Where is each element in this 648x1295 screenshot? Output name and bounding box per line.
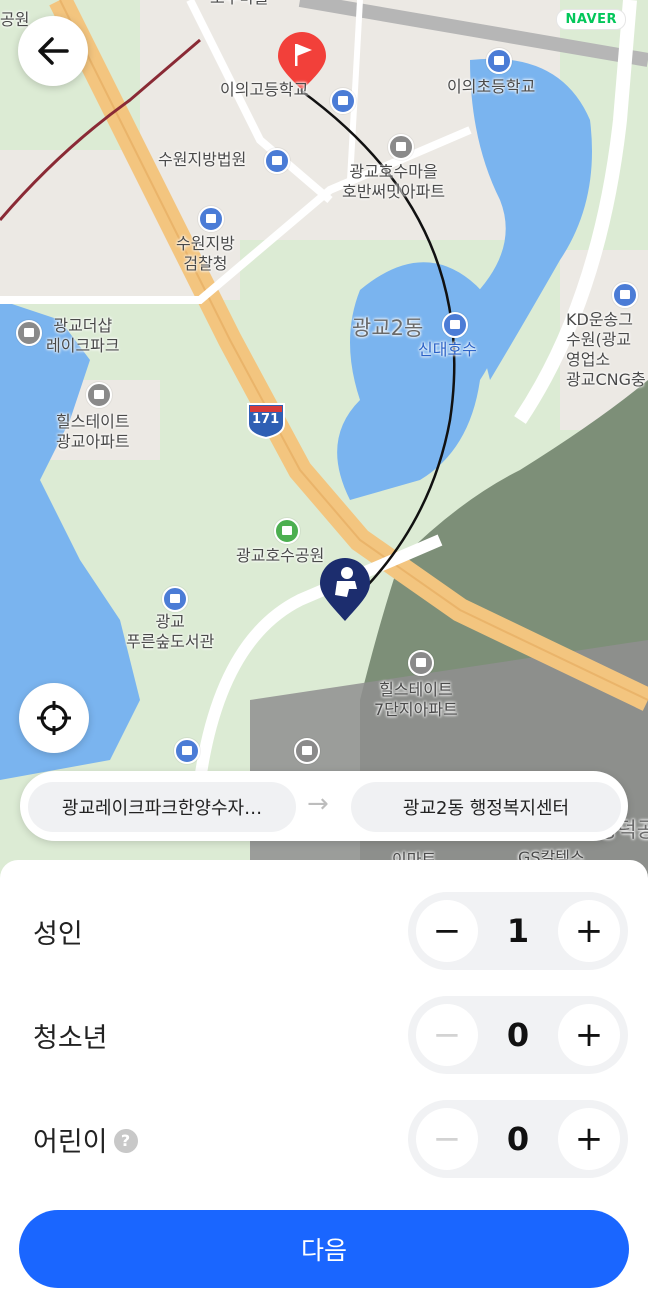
map-label-hillstate-left: 힐스테이트 광교아파트 bbox=[56, 412, 130, 451]
child-stepper: − 0 + bbox=[408, 1100, 628, 1178]
map-label-village: 오두마을 bbox=[210, 0, 269, 8]
map-view[interactable]: 공원 오두마을 이의고등학교 이의초등학교 수원지방법원 광교호수마을 호반써밋… bbox=[0, 0, 648, 880]
child-label: 어린이 bbox=[33, 1127, 108, 1158]
origin-person-pin-icon bbox=[320, 558, 370, 621]
current-location-button[interactable] bbox=[19, 683, 89, 753]
adult-label: 성인 bbox=[33, 919, 83, 950]
help-icon[interactable]: ? bbox=[113, 1128, 138, 1153]
court-icon bbox=[264, 148, 290, 174]
school-icon bbox=[330, 88, 356, 114]
crosshair-icon bbox=[37, 701, 71, 735]
gas-station-icon bbox=[612, 282, 638, 308]
child-plus-button[interactable]: + bbox=[558, 1108, 620, 1170]
library-icon bbox=[162, 586, 188, 612]
child-minus-button[interactable]: − bbox=[416, 1108, 478, 1170]
map-label-ieui-high: 이의고등학교 bbox=[220, 80, 309, 99]
park-icon bbox=[274, 518, 300, 544]
apartment-icon bbox=[388, 134, 414, 160]
arrow-left-icon bbox=[38, 37, 69, 65]
destination-field[interactable]: 광교2동 행정복지센터 bbox=[351, 782, 621, 832]
naver-logo: NAVER bbox=[556, 9, 626, 30]
map-label-apt-hoban: 광교호수마을 호반써밋아파트 bbox=[342, 162, 446, 201]
map-label-lake-park: 광교호수공원 bbox=[236, 546, 325, 565]
school-icon bbox=[486, 48, 512, 74]
adult-count: 1 bbox=[506, 912, 530, 950]
child-label-wrap: 어린이? bbox=[33, 1120, 138, 1159]
origin-field[interactable]: 광교레이크파크한양수자… bbox=[28, 782, 296, 832]
adult-stepper: − 1 + bbox=[408, 892, 628, 970]
highway-label: 171 bbox=[252, 412, 280, 427]
child-count: 0 bbox=[506, 1120, 530, 1158]
route-summary-bar: 광교레이크파크한양수자… → 광교2동 행정복지센터 bbox=[20, 771, 628, 841]
adult-plus-button[interactable]: + bbox=[558, 900, 620, 962]
map-label-park: 공원 bbox=[0, 10, 30, 29]
map-label-hillstate7: 힐스테이트 7단지아파트 bbox=[374, 680, 458, 719]
next-button[interactable]: 다음 bbox=[19, 1210, 629, 1288]
adult-minus-button[interactable]: − bbox=[416, 900, 478, 962]
youth-minus-button[interactable]: − bbox=[416, 1004, 478, 1066]
arrow-right-icon: → bbox=[307, 789, 329, 819]
youth-stepper: − 0 + bbox=[408, 996, 628, 1074]
youth-count: 0 bbox=[506, 1016, 530, 1054]
map-label-lake: 신대호수 bbox=[418, 340, 477, 359]
youth-plus-button[interactable]: + bbox=[558, 1004, 620, 1066]
government-icon bbox=[198, 206, 224, 232]
lake-icon bbox=[442, 312, 468, 338]
apartment-icon bbox=[408, 650, 434, 676]
map-label-prosecutor: 수원지방 검찰청 bbox=[176, 234, 235, 273]
map-label-kd: KD운송그 수원(광교 영업소 광교CNG충 bbox=[566, 310, 646, 389]
map-label-court: 수원지방법원 bbox=[158, 150, 247, 169]
map-label-ieui-elem: 이의초등학교 bbox=[447, 77, 536, 96]
gas-station-icon bbox=[174, 738, 200, 764]
apartment-icon bbox=[86, 382, 112, 408]
back-button[interactable] bbox=[18, 16, 88, 86]
map-label-library: 광교 푸른숲도서관 bbox=[126, 612, 215, 651]
apartment-icon bbox=[294, 738, 320, 764]
apartment-icon bbox=[16, 320, 42, 346]
map-label-lake-park-top: 광교더샵 레이크파크 bbox=[46, 316, 120, 355]
map-label-district: 광교2동 bbox=[352, 316, 424, 340]
youth-label: 청소년 bbox=[33, 1023, 108, 1054]
